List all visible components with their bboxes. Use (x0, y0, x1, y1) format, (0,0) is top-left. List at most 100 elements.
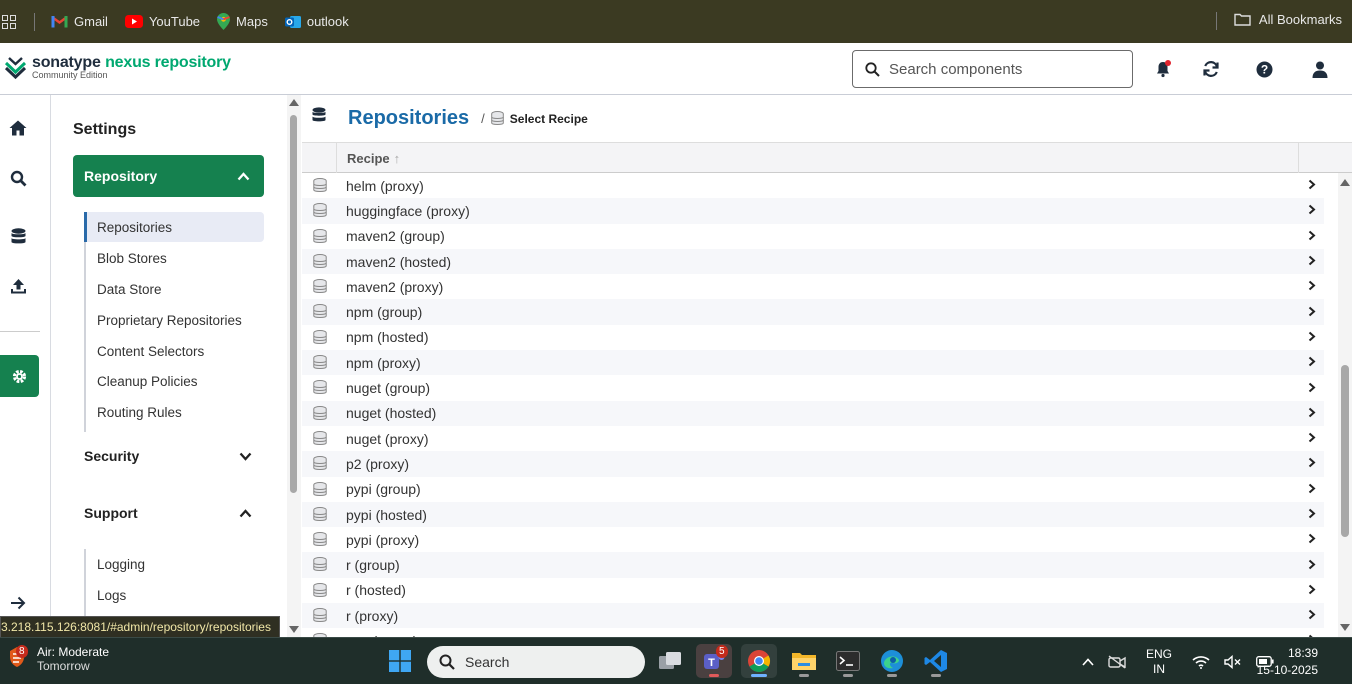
recipe-row[interactable]: helm (proxy) (302, 173, 1324, 198)
chevron-right-icon (1308, 279, 1316, 294)
recipe-db-icon (313, 456, 327, 476)
recipe-row[interactable]: nuget (hosted) (302, 400, 1324, 426)
recipe-name: huggingface (proxy) (346, 202, 470, 219)
chevron-right-icon (1308, 381, 1316, 396)
support-label: Support (84, 505, 138, 521)
settings-nav-scrollbar[interactable] (287, 95, 301, 637)
scroll-up-arrow-icon[interactable] (289, 99, 299, 106)
nav-cleanup-policies[interactable]: Cleanup Policies (84, 366, 264, 396)
weather-widget[interactable]: 8 Air: Moderate Tomorrow (6, 645, 109, 673)
taskbar-app-chrome[interactable] (741, 644, 777, 678)
rail-collapse[interactable] (8, 593, 28, 613)
weather-icon: 8 (6, 645, 30, 673)
weather-title: Air: Moderate (37, 645, 110, 659)
recipe-list-scrollbar[interactable] (1338, 173, 1352, 637)
repository-group-toggle[interactable]: Repository (73, 155, 264, 197)
rail-search[interactable] (8, 168, 28, 188)
recipe-row[interactable]: maven2 (hosted) (302, 248, 1324, 275)
settings-nav-scroll-thumb[interactable] (290, 115, 297, 493)
security-section-toggle[interactable]: Security (84, 441, 264, 471)
recipe-name: pypi (hosted) (346, 506, 427, 523)
breadcrumb-repositories-link[interactable]: Repositories (348, 107, 469, 130)
bookmark-maps[interactable]: Maps (217, 13, 268, 30)
system-tray: ENG IN (1082, 638, 1274, 685)
clock[interactable]: 18:39 15-10-2025 (1257, 645, 1318, 679)
bookmark-youtube[interactable]: YouTube (124, 14, 200, 29)
refresh-button[interactable] (1201, 59, 1221, 79)
recipe-row[interactable]: npm (proxy) (302, 350, 1324, 376)
vscode-running-indicator (931, 674, 941, 677)
nav-logs[interactable]: Logs (84, 580, 264, 610)
taskbar-app-file-explorer[interactable] (786, 644, 822, 678)
all-bookmarks-button[interactable]: All Bookmarks (1234, 12, 1342, 27)
recipe-row[interactable]: maven2 (proxy) (302, 274, 1324, 299)
nav-content-selectors[interactable]: Content Selectors (84, 336, 264, 366)
help-button[interactable]: ? (1254, 59, 1274, 79)
recipe-row[interactable]: pypi (proxy) (302, 527, 1324, 552)
logo[interactable]: sonatype nexus repository Community Edit… (4, 54, 231, 80)
scroll-down-arrow-icon[interactable] (1340, 624, 1350, 631)
scroll-up-arrow-icon[interactable] (1340, 179, 1350, 186)
nav-proprietary-repositories[interactable]: Proprietary Repositories (84, 305, 264, 335)
nav-blob-stores[interactable]: Blob Stores (84, 243, 264, 273)
maps-icon (217, 13, 231, 30)
taskbar-app-edge[interactable] (874, 644, 910, 678)
support-section-toggle[interactable]: Support (84, 498, 264, 528)
task-view-button[interactable] (652, 644, 688, 678)
bell-icon (1157, 60, 1171, 78)
recipe-row[interactable]: r (proxy) (302, 603, 1324, 629)
recipe-name: helm (proxy) (346, 177, 424, 194)
recipe-row[interactable]: pypi (group) (302, 477, 1324, 502)
chevron-up-icon[interactable] (1082, 657, 1094, 666)
rail-upload[interactable] (8, 276, 28, 296)
rail-browse[interactable] (8, 226, 28, 246)
language-indicator[interactable]: ENG IN (1146, 647, 1172, 677)
scroll-down-arrow-icon[interactable] (289, 626, 299, 633)
recipe-row[interactable]: huggingface (proxy) (302, 198, 1324, 224)
rail-settings[interactable] (0, 355, 39, 397)
bookmarks-divider (34, 12, 35, 31)
notifications-button[interactable] (1153, 59, 1173, 79)
recipe-list-scroll-thumb[interactable] (1341, 365, 1349, 537)
recipe-column-header[interactable]: Recipe ↑ (336, 143, 1299, 173)
user-button[interactable] (1310, 59, 1330, 79)
search-components-input[interactable]: Search components (852, 50, 1133, 88)
recipe-row[interactable]: nuget (group) (302, 375, 1324, 400)
all-bookmarks-label: All Bookmarks (1258, 12, 1342, 27)
apps-grid-icon[interactable] (2, 14, 16, 29)
recipe-db-icon (313, 506, 327, 527)
bookmark-gmail[interactable]: Gmail (51, 14, 108, 29)
recipe-row[interactable]: npm (hosted) (302, 325, 1324, 350)
recipe-row[interactable]: p2 (proxy) (302, 451, 1324, 477)
nav-routing-rules[interactable]: Routing Rules (84, 397, 264, 427)
nav-logging[interactable]: Logging (84, 549, 264, 579)
recipe-row[interactable]: r (group) (302, 552, 1324, 578)
recipe-row[interactable]: maven2 (group) (302, 224, 1324, 249)
start-button[interactable] (382, 644, 418, 678)
home-icon (9, 120, 27, 136)
breadcrumb-separator: / (481, 111, 485, 126)
recipe-row[interactable]: nuget (proxy) (302, 426, 1324, 451)
volume-muted-icon[interactable] (1224, 654, 1242, 669)
taskbar-app-teams[interactable]: T 5 (696, 644, 732, 678)
recipe-row[interactable]: raw (group) (302, 628, 1324, 637)
taskbar-app-vscode[interactable] (918, 644, 954, 678)
chevron-down-icon (239, 452, 252, 461)
taskbar-app-terminal[interactable] (830, 644, 866, 678)
nav-data-store[interactable]: Data Store (84, 274, 264, 304)
recipe-name: nuget (proxy) (346, 430, 429, 447)
wifi-icon[interactable] (1192, 655, 1210, 669)
user-icon (1312, 61, 1328, 78)
rail-home[interactable] (8, 118, 28, 138)
taskbar-search[interactable]: Search (427, 646, 645, 678)
recipe-row[interactable]: npm (group) (302, 299, 1324, 325)
chevron-right-icon (1308, 330, 1316, 345)
recipe-row[interactable]: r (hosted) (302, 578, 1324, 603)
chrome-icon (748, 650, 770, 672)
sort-ascending-icon: ↑ (393, 150, 401, 166)
recipe-row[interactable]: pypi (hosted) (302, 501, 1324, 528)
nav-repositories[interactable]: Repositories (84, 212, 264, 242)
meet-now-icon[interactable] (1108, 654, 1126, 669)
recipe-db-icon (313, 253, 327, 274)
bookmark-outlook[interactable]: outlook (284, 14, 349, 30)
